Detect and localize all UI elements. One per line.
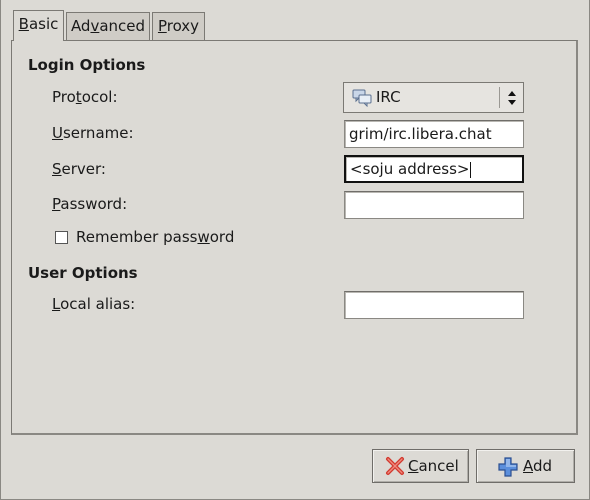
- password-label: Password:: [52, 195, 128, 213]
- server-field[interactable]: <soju address>: [344, 155, 524, 183]
- protocol-label: Protocol:: [52, 88, 118, 106]
- protocol-select[interactable]: IRC: [343, 82, 524, 113]
- protocol-value: IRC: [376, 88, 401, 106]
- username-label: Username:: [52, 124, 134, 142]
- server-label: Server:: [52, 160, 106, 178]
- password-field[interactable]: [344, 191, 524, 219]
- local-alias-label: Local alias:: [52, 295, 136, 313]
- remember-password-label[interactable]: Remember password: [76, 228, 234, 246]
- up-down-arrows-icon: [508, 91, 516, 105]
- text-caret: [469, 161, 471, 178]
- user-options-heading: User Options: [28, 264, 138, 282]
- username-field[interactable]: grim/irc.libera.chat: [344, 120, 524, 148]
- combo-separator: [499, 87, 500, 108]
- login-options-heading: Login Options: [28, 56, 146, 74]
- chat-bubbles-icon: [352, 89, 372, 107]
- remember-password-checkbox[interactable]: [55, 231, 68, 244]
- local-alias-field[interactable]: [344, 291, 524, 319]
